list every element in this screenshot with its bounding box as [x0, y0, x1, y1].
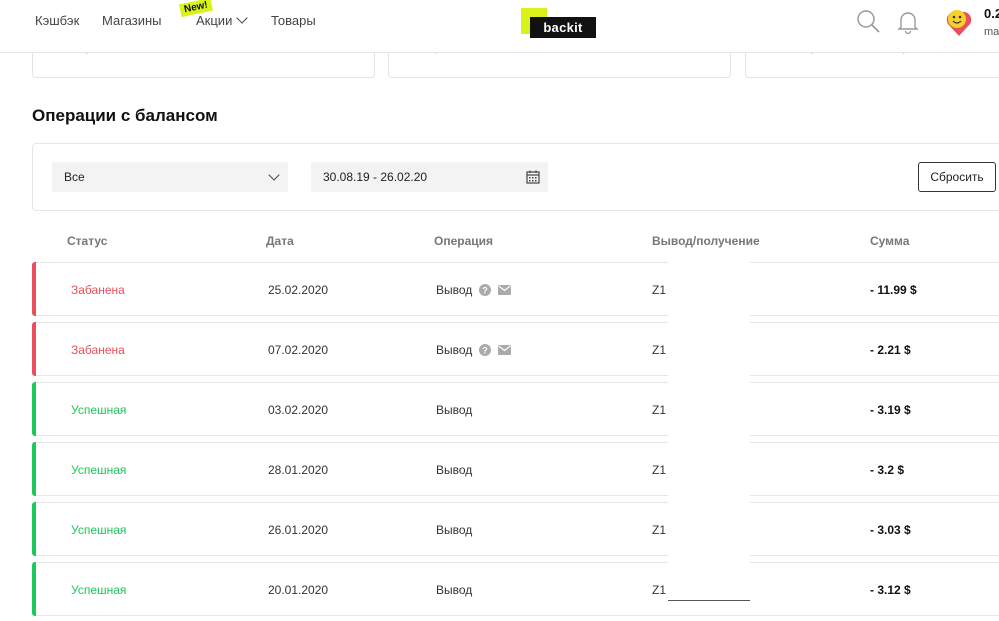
status-indicator-bar: [32, 442, 36, 496]
amount-text: - 3.2 $: [870, 463, 905, 477]
date-range-value: 30.08.19 - 26.02.20: [323, 170, 428, 184]
logo-text: backit: [530, 17, 596, 38]
status-indicator-bar: [32, 262, 36, 316]
table-row[interactable]: Успешная 03.02.2020 Вывод Z1 - 3.19 $: [32, 382, 999, 436]
header-operation[interactable]: Операция: [434, 234, 493, 248]
destination-text: Z1: [652, 463, 667, 477]
operation-cell: Вывод?: [436, 283, 512, 297]
operation-cell: Вывод: [436, 463, 472, 477]
operation-text: Вывод: [436, 283, 473, 297]
page-title: Операции с балансом: [32, 106, 218, 125]
date-text: 07.02.2020: [268, 343, 329, 357]
operation-cell: Вывод: [436, 523, 472, 537]
status-text: Успешная: [71, 583, 127, 597]
table-row[interactable]: Успешная 20.01.2020 Вывод Z1 - 3.12 $: [32, 562, 999, 616]
avatar[interactable]: [944, 7, 974, 37]
amount-text: - 3.12 $: [870, 583, 911, 597]
table-row[interactable]: Успешная 26.01.2020 Вывод Z1 - 3.03 $: [32, 502, 999, 556]
status-indicator-bar: [32, 382, 36, 436]
table-row[interactable]: Забанена 25.02.2020 Вывод? Z1 - 11.99 $: [32, 262, 999, 316]
backit-logo[interactable]: backit: [521, 8, 597, 40]
date-text: 26.01.2020: [268, 523, 329, 537]
operation-cell: Вывод?: [436, 343, 512, 357]
reset-button[interactable]: Сбросить: [918, 162, 996, 192]
table-row[interactable]: Забанена 07.02.2020 Вывод? Z1 - 2.21 $: [32, 322, 999, 376]
top-navigation: Кэшбэк Магазины New! Акции Товары backit…: [0, 0, 999, 53]
status-text: Успешная: [71, 403, 127, 417]
chevron-down-icon: [268, 169, 280, 181]
status-indicator-bar: [32, 562, 36, 616]
nav-promos-label: Акции: [196, 13, 233, 28]
table-row[interactable]: Успешная 28.01.2020 Вывод Z1 - 3.2 $: [32, 442, 999, 496]
status-text: Забанена: [71, 283, 125, 297]
nav-promos[interactable]: Акции: [196, 12, 248, 28]
status-text: Успешная: [71, 523, 127, 537]
operation-text: Вывод: [436, 583, 473, 597]
question-icon[interactable]: ?: [479, 343, 492, 356]
status-indicator-bar: [32, 322, 36, 376]
balance-value[interactable]: 0.2: [984, 6, 999, 21]
operation-text: Вывод: [436, 343, 473, 357]
nav-products[interactable]: Товары: [271, 13, 316, 28]
date-text: 03.02.2020: [268, 403, 329, 417]
destination-text: Z1: [652, 343, 667, 357]
date-text: 28.01.2020: [268, 463, 329, 477]
operation-cell: Вывод: [436, 583, 472, 597]
question-icon[interactable]: ?: [479, 283, 492, 296]
date-text: 25.02.2020: [268, 283, 329, 297]
destination-text: Z1: [652, 403, 667, 417]
redacted-area: [668, 256, 750, 601]
nav-shops[interactable]: Магазины: [102, 13, 162, 28]
username: ma: [984, 26, 999, 38]
operation-type-value: Все: [64, 170, 85, 184]
bell-icon[interactable]: [897, 10, 919, 34]
status-indicator-bar: [32, 502, 36, 556]
nav-cashback[interactable]: Кэшбэк: [35, 13, 79, 28]
header-date[interactable]: Дата: [266, 234, 294, 248]
operation-text: Вывод: [436, 463, 473, 477]
header-status[interactable]: Статус: [67, 234, 107, 248]
mail-icon[interactable]: [498, 344, 512, 355]
amount-text: - 3.19 $: [870, 403, 911, 417]
operation-cell: Вывод: [436, 403, 472, 417]
status-text: Забанена: [71, 343, 125, 357]
chevron-down-icon: [236, 12, 248, 24]
svg-text:?: ?: [483, 345, 489, 355]
destination-text: Z1: [652, 523, 667, 537]
status-text: Успешная: [71, 463, 127, 477]
search-icon[interactable]: [856, 9, 880, 33]
operation-text: Вывод: [436, 403, 473, 417]
operation-text: Вывод: [436, 523, 473, 537]
calendar-icon[interactable]: [526, 170, 540, 184]
svg-text:?: ?: [483, 285, 489, 295]
destination-text: Z1: [652, 283, 667, 297]
header-destination[interactable]: Вывод/получение: [652, 234, 760, 248]
amount-text: - 11.99 $: [870, 283, 917, 297]
destination-text: Z1: [652, 583, 667, 597]
date-range-input[interactable]: 30.08.19 - 26.02.20: [311, 162, 548, 192]
header-amount[interactable]: Сумма: [870, 234, 909, 248]
mail-icon[interactable]: [498, 284, 512, 295]
amount-text: - 3.03 $: [870, 523, 911, 537]
date-text: 20.01.2020: [268, 583, 329, 597]
operation-type-select[interactable]: Все: [52, 162, 288, 192]
amount-text: - 2.21 $: [870, 343, 911, 357]
